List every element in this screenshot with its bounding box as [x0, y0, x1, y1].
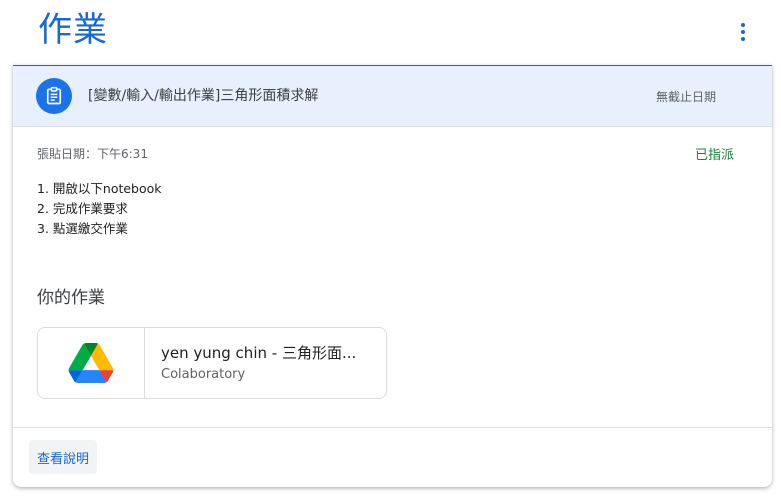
- view-instructions-button[interactable]: 查看說明: [29, 440, 98, 474]
- instruction-item: 1. 開啟以下notebook: [37, 181, 162, 196]
- assignment-header[interactable]: [變數/輸入/輸出作業]三角形面積求解 無截止日期: [13, 66, 772, 127]
- instruction-item: 2. 完成作業要求: [37, 201, 128, 216]
- classwork-page: 作業 [變數/輸入/輸出作業]三角形面積求解 無截止日期 張貼日期：下午6:31…: [0, 0, 781, 499]
- attachment-thumbnail: [38, 328, 145, 398]
- assignment-title: [變數/輸入/輸出作業]三角形面積求解: [88, 88, 319, 104]
- assignment-card: [變數/輸入/輸出作業]三角形面積求解 無截止日期 張貼日期：下午6:31 已指…: [13, 65, 772, 487]
- more-options-button[interactable]: [727, 16, 759, 48]
- card-footer: 查看說明: [13, 427, 772, 487]
- your-work-heading: 你的作業: [37, 288, 105, 308]
- google-drive-icon: [68, 343, 114, 383]
- more-vert-icon: [741, 23, 745, 27]
- attachment-title: yen yung chin - 三角形面...: [161, 344, 357, 362]
- assignment-icon: [36, 78, 72, 114]
- due-date: 無截止日期: [655, 90, 716, 104]
- posted-date: 張貼日期：下午6:31: [37, 147, 148, 161]
- attachment-card[interactable]: yen yung chin - 三角形面... Colaboratory: [37, 327, 387, 399]
- status-badge: 已指派: [694, 148, 734, 163]
- instructions: 1. 開啟以下notebook 2. 完成作業要求 3. 點選繳交作業: [37, 179, 162, 239]
- instruction-item: 3. 點選繳交作業: [37, 221, 128, 236]
- attachment-info: yen yung chin - 三角形面... Colaboratory: [145, 328, 356, 398]
- attachment-subtitle: Colaboratory: [161, 367, 246, 382]
- page-title: 作業: [38, 10, 108, 50]
